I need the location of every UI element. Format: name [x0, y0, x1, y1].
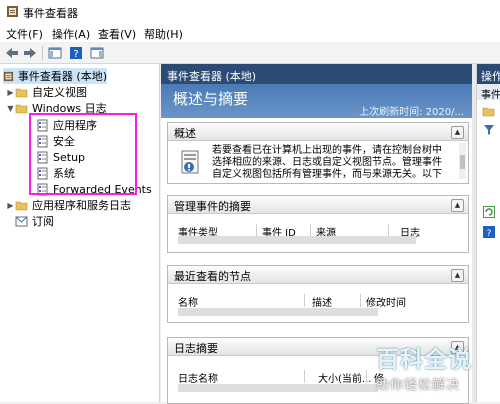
event-viewer-icon: [7, 6, 18, 17]
log-summary-title: 日志摘要: [174, 342, 218, 355]
overview-section: 概述 ▲ 若要查看已在计算机上出现的事件，请在控制台树中 选择相应的来源、日志或…: [167, 122, 469, 184]
help-icon[interactable]: ?: [483, 226, 495, 238]
show-hide-console-button[interactable]: [47, 45, 63, 61]
highlight-box: [29, 113, 137, 195]
overview-section-title: 概述: [174, 127, 196, 140]
subscription-icon: [15, 216, 28, 226]
back-button[interactable]: [4, 45, 20, 61]
tree-item-custom-views[interactable]: ▶ 自定义视图: [6, 84, 87, 100]
menu-bar: 文件(F) 操作(A) 查看(V) 帮助(H): [0, 24, 500, 42]
admin-events-header[interactable]: 管理事件的摘要 ▲: [168, 196, 468, 214]
tree-item-subscriptions[interactable]: 订阅: [15, 213, 54, 229]
filter-icon[interactable]: [483, 124, 495, 136]
svg-text:?: ?: [487, 229, 492, 238]
table-row[interactable]: [178, 384, 378, 392]
folder-icon: [15, 201, 28, 210]
overview-text-line: 若要查看已在计算机上出现的事件，请在控制台树中: [212, 145, 442, 156]
svg-text:?: ?: [73, 49, 78, 60]
event-log-icon: [181, 150, 199, 174]
title-bar: 事件查看器: [0, 0, 500, 24]
menu-help[interactable]: 帮助(H): [144, 26, 183, 42]
recent-nodes-columns: 名称 描述 修改时间: [178, 294, 458, 309]
back-arrow-icon: [6, 48, 18, 58]
admin-events-section: 管理事件的摘要 ▲ 事件类型 事件 ID 来源 日志: [167, 195, 469, 253]
console-tree-icon: [48, 47, 62, 59]
overview-scrollbar[interactable]: [459, 143, 466, 179]
tree-label-custom-views: 自定义视图: [32, 86, 87, 99]
admin-events-title: 管理事件的摘要: [174, 200, 251, 213]
chevron-right-icon[interactable]: ▶: [6, 88, 15, 97]
column-divider: [304, 294, 305, 307]
help-icon: ?: [70, 47, 82, 60]
folder-open-icon: [15, 104, 28, 113]
watermark-subtitle: 助你轻松解决: [376, 378, 461, 393]
tree-label-app-service-logs: 应用程序和服务日志: [32, 199, 131, 212]
menu-view[interactable]: 查看(V): [98, 26, 136, 42]
scrollbar-thumb[interactable]: [460, 155, 465, 169]
show-hide-action-pane-button[interactable]: [89, 45, 105, 61]
actions-subheader[interactable]: 事件: [477, 84, 500, 100]
help-button[interactable]: ?: [68, 45, 84, 61]
column-log-name[interactable]: 日志名称: [178, 370, 218, 385]
chevron-right-icon[interactable]: ▶: [6, 201, 15, 210]
tree-root[interactable]: 事件查看器 (本地): [3, 68, 107, 84]
watermark-title: 百科全说: [376, 347, 472, 373]
menu-file[interactable]: 文件(F): [6, 26, 43, 42]
forward-button[interactable]: [22, 45, 38, 61]
overview-section-header[interactable]: 概述 ▲: [168, 123, 468, 141]
collapse-icon[interactable]: ▲: [451, 199, 464, 212]
overview-title: 概述与摘要: [173, 90, 249, 108]
watermark: 百科全说 助你轻松解决: [362, 338, 500, 402]
open-folder-icon[interactable]: [482, 106, 495, 117]
center-header: 事件查看器 (本地): [161, 64, 472, 84]
toolbar-separator: [42, 46, 43, 60]
overview-banner: 概述与摘要 上次刷新时间: 2020/...: [161, 84, 472, 118]
chevron-down-icon[interactable]: ▼: [6, 104, 15, 113]
column-modified-time[interactable]: 修改时间: [366, 294, 406, 309]
forward-arrow-icon: [24, 48, 36, 58]
collapse-icon[interactable]: ▲: [451, 126, 464, 139]
table-row[interactable]: [178, 308, 378, 316]
recent-nodes-title: 最近查看的节点: [174, 270, 251, 283]
refresh-icon[interactable]: [483, 206, 495, 218]
column-divider: [304, 370, 305, 383]
overview-description: 若要查看已在计算机上出现的事件，请在控制台树中 选择相应的来源、日志或自定义视图…: [212, 145, 450, 181]
table-row[interactable]: [178, 236, 416, 244]
event-viewer-icon: [3, 71, 14, 81]
column-name[interactable]: 名称: [178, 294, 198, 309]
menu-action[interactable]: 操作(A): [52, 26, 90, 42]
action-pane-icon: [90, 47, 104, 59]
actions-header: 操作: [477, 64, 500, 84]
column-description[interactable]: 描述: [312, 294, 332, 309]
toolbar: ?: [0, 42, 500, 64]
tree-label-subscriptions: 订阅: [32, 215, 54, 228]
column-divider: [360, 294, 361, 307]
tree-root-label: 事件查看器 (本地): [17, 70, 107, 83]
overview-text-line: 自定义视图包括所有管理事件，而与来源无关。以下: [212, 169, 442, 180]
recent-nodes-section: 最近查看的节点 ▲ 名称 描述 修改时间: [167, 265, 469, 323]
recent-nodes-header[interactable]: 最近查看的节点 ▲: [168, 266, 468, 284]
collapse-icon[interactable]: ▲: [451, 269, 464, 282]
last-refresh-time: 上次刷新时间: 2020/...: [359, 107, 464, 118]
folder-icon: [15, 88, 28, 97]
overview-text-line: 选择相应的来源、日志或自定义视图节点。管理事件: [212, 157, 442, 168]
tree-item-app-service-logs[interactable]: ▶ 应用程序和服务日志: [6, 197, 131, 213]
window-title: 事件查看器: [23, 7, 78, 20]
